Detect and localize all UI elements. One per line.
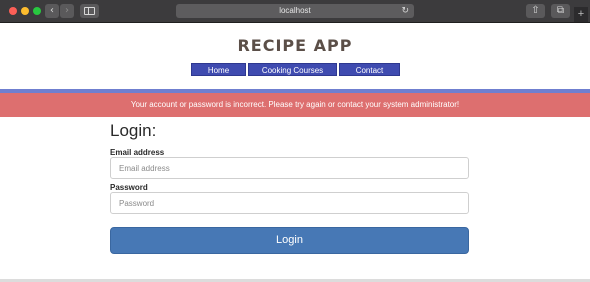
tabs-icon: ⧉ (556, 5, 565, 16)
error-alert: Your account or password is incorrect. P… (0, 93, 590, 117)
chevron-left-icon: ‹ (50, 5, 54, 16)
email-label: Email address (110, 148, 165, 157)
nav-cooking-courses[interactable]: Cooking Courses (248, 63, 337, 76)
url-text: localhost (279, 6, 311, 15)
sidebar-button[interactable] (80, 4, 99, 18)
password-label: Password (110, 183, 148, 192)
main-nav: Home Cooking Courses Contact (191, 63, 400, 76)
nav-contact[interactable]: Contact (339, 63, 400, 76)
tabs-button[interactable]: ⧉ (551, 4, 570, 18)
forward-button[interactable]: › (60, 4, 74, 18)
email-field[interactable] (110, 157, 469, 179)
minimize-window-button[interactable] (21, 7, 29, 15)
close-window-button[interactable] (9, 7, 17, 15)
address-bar[interactable]: localhost ↻ (176, 4, 414, 18)
login-button[interactable]: Login (110, 227, 469, 254)
share-icon: ⇧ (531, 5, 540, 16)
back-button[interactable]: ‹ (45, 4, 59, 18)
zoom-window-button[interactable] (33, 7, 41, 15)
nav-home[interactable]: Home (191, 63, 246, 76)
browser-toolbar: ‹ › localhost ↻ ⇧ ⧉ + (0, 0, 590, 23)
sidebar-icon (84, 7, 95, 15)
plus-icon: + (577, 8, 585, 20)
app-title: RECIPE APP (237, 36, 353, 55)
share-button[interactable]: ⇧ (526, 4, 545, 18)
new-tab-button[interactable]: + (574, 7, 588, 22)
chevron-right-icon: › (65, 5, 69, 16)
password-field[interactable] (110, 192, 469, 214)
reload-icon[interactable]: ↻ (401, 4, 409, 18)
login-heading: Login: (110, 121, 157, 140)
